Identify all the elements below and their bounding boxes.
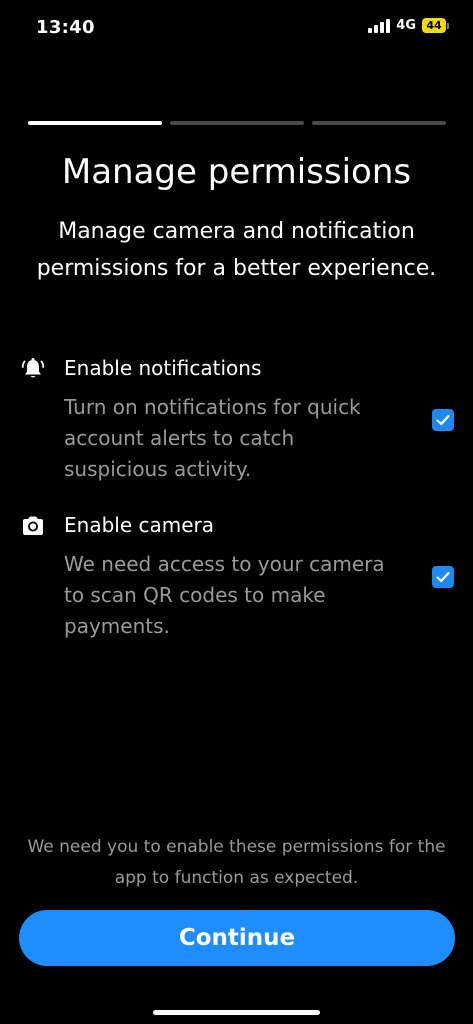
- battery-icon: 44: [422, 18, 449, 33]
- status-bar: 13:40 4G 44: [0, 0, 473, 56]
- permissions-note: We need you to enable these permissions …: [27, 837, 446, 888]
- status-indicators: 4G 44: [368, 18, 449, 33]
- permission-description: We need access to your camera to scan QR…: [64, 552, 385, 638]
- notifications-checkbox[interactable]: [432, 409, 454, 431]
- step-progress: [28, 121, 446, 125]
- permission-description: Turn on notifications for quick account …: [64, 395, 361, 481]
- progress-step-3: [312, 121, 446, 125]
- page-title: Manage permissions: [61, 152, 412, 192]
- progress-step-2: [170, 121, 304, 125]
- bell-ringing-icon: [20, 356, 46, 382]
- permission-title: Enable notifications: [64, 356, 262, 380]
- permission-title: Enable camera: [64, 513, 214, 537]
- page-subtitle: Manage camera and notification permissio…: [36, 219, 437, 281]
- camera-checkbox[interactable]: [432, 566, 454, 588]
- status-time: 13:40: [36, 17, 95, 38]
- signal-icon: [368, 18, 391, 33]
- checkmark-icon: [436, 571, 450, 583]
- network-type: 4G: [396, 18, 416, 33]
- checkmark-icon: [436, 414, 450, 426]
- home-indicator[interactable]: [153, 1010, 320, 1015]
- camera-icon: [20, 513, 46, 539]
- battery-level: 44: [422, 18, 446, 33]
- continue-button[interactable]: Continue: [19, 910, 455, 966]
- progress-step-1: [28, 121, 162, 125]
